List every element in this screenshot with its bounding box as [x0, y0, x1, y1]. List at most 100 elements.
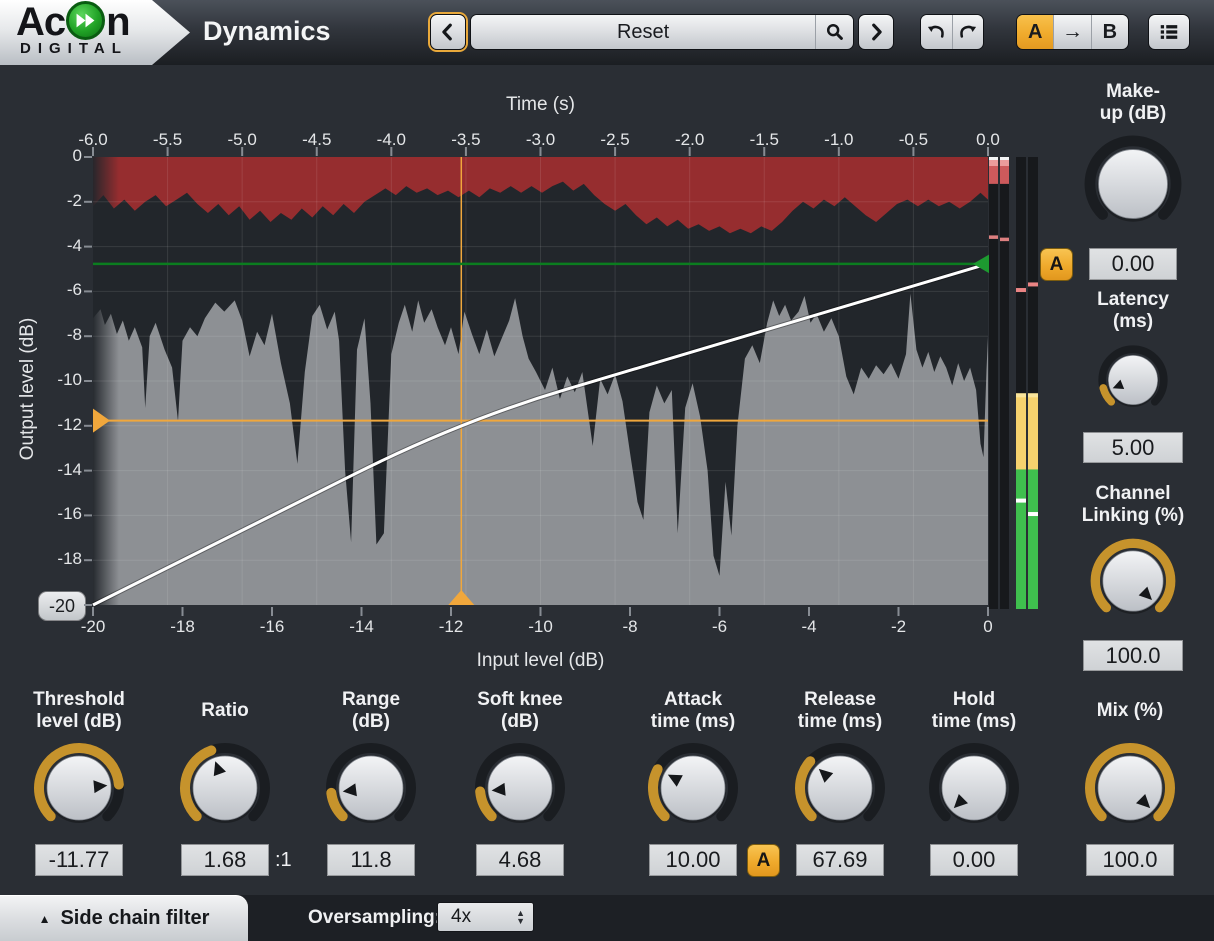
output-axis-title: Output level (dB) — [17, 239, 39, 539]
input-tick-label: -6 — [712, 617, 727, 637]
latency-unit: Latency (ms) 5.00 — [1053, 288, 1213, 463]
attack-value[interactable]: 10.00 — [649, 844, 737, 876]
input-tick-label: -4 — [801, 617, 816, 637]
level-peak-hold — [1016, 288, 1026, 292]
output-tick-label: -18 — [36, 549, 82, 569]
output-axis-badge: -20 — [38, 591, 86, 621]
mix-knob[interactable] — [1078, 736, 1182, 840]
channel-linking-value[interactable]: 100.0 — [1083, 640, 1183, 671]
input-tick-label: -8 — [622, 617, 637, 637]
release-knob[interactable] — [788, 736, 892, 840]
ab-b-button[interactable]: B — [1091, 15, 1128, 49]
menu-button[interactable] — [1148, 14, 1190, 50]
soft-knee-label: Soft knee (dB) — [477, 688, 563, 734]
release-label: Release time (ms) — [798, 688, 882, 734]
oversampling-value: 4x — [451, 906, 516, 928]
output-tick-label: -2 — [36, 191, 82, 211]
redo-button[interactable] — [952, 15, 984, 49]
range-unit: Range (dB) 11.8 — [291, 688, 451, 876]
ratio-suffix: :1 — [275, 849, 292, 872]
preset-name-button[interactable]: Reset — [471, 15, 815, 49]
range-label: Range (dB) — [342, 688, 400, 734]
attack-knob[interactable] — [641, 736, 745, 840]
latency-knob[interactable] — [1093, 340, 1173, 420]
threshold-label: Threshold level (dB) — [33, 688, 125, 734]
channel-linking-unit: Channel Linking (%) 100.0 — [1053, 482, 1213, 671]
hold-unit: Hold time (ms) 0.00 — [894, 688, 1054, 876]
release-value[interactable]: 67.69 — [796, 844, 884, 876]
latency-label: Latency (ms) — [1097, 288, 1169, 334]
makeup-label: Make- up (dB) — [1100, 80, 1166, 126]
output-tick-label: -14 — [36, 460, 82, 480]
mix-label: Mix (%) — [1097, 688, 1164, 734]
oversampling-label: Oversampling: — [308, 895, 441, 941]
plugin-title: Dynamics — [203, 0, 331, 65]
undo-icon — [926, 22, 947, 43]
level-meter-yellow — [1016, 393, 1026, 469]
undo-redo-group — [920, 14, 984, 50]
hold-value[interactable]: 0.00 — [930, 844, 1018, 876]
ratio-value[interactable]: 1.68 — [181, 844, 269, 876]
level-meter-green — [1016, 469, 1026, 609]
input-tick-label: -10 — [528, 617, 553, 637]
hold-knob[interactable] — [922, 736, 1026, 840]
output-tick-label: -6 — [36, 280, 82, 300]
level-meter-yellow — [1028, 393, 1038, 469]
output-tick-label: -10 — [36, 370, 82, 390]
top-bar: Acn DIGITAL Dynamics Reset A → — [0, 0, 1214, 65]
makeup-knob[interactable] — [1077, 128, 1189, 240]
input-tick-label: -2 — [891, 617, 906, 637]
logo-play-icon — [66, 1, 105, 40]
preset-next-button[interactable] — [858, 14, 894, 50]
input-axis-title: Input level (dB) — [93, 650, 988, 672]
output-tick-label: 0 — [36, 146, 82, 166]
input-tick-label: -20 — [81, 617, 106, 637]
ratio-label: Ratio — [201, 688, 249, 734]
side-chain-filter-button[interactable]: ▲ Side chain filter — [0, 895, 248, 941]
makeup-value[interactable]: 0.00 — [1089, 248, 1177, 280]
ratio-unit: Ratio 1.68 :1 — [145, 688, 305, 876]
threshold-value[interactable]: -11.77 — [35, 844, 123, 876]
preset-prev-button[interactable] — [430, 14, 466, 50]
output-tick-label: -8 — [36, 325, 82, 345]
threshold-knob[interactable] — [27, 736, 131, 840]
range-knob[interactable] — [319, 736, 423, 840]
time-axis-title: Time (s) — [93, 94, 988, 116]
output-tick-label: -4 — [36, 236, 82, 256]
ratio-knob[interactable] — [173, 736, 277, 840]
input-tick-label: -18 — [170, 617, 195, 637]
latency-value[interactable]: 5.00 — [1083, 432, 1183, 463]
ab-compare-group: A → B — [1016, 14, 1129, 50]
logo-brand-text: Acn — [16, 0, 130, 44]
search-icon — [824, 21, 846, 43]
logo-sub-text: DIGITAL — [20, 40, 128, 57]
soft-knee-value[interactable]: 4.68 — [476, 844, 564, 876]
dynamics-graph[interactable] — [84, 145, 1045, 620]
undo-button[interactable] — [921, 15, 952, 49]
spinner-arrows-icon: ▲▼ — [516, 909, 525, 925]
mix-value[interactable]: 100.0 — [1086, 844, 1174, 876]
soft-knee-knob[interactable] — [468, 736, 572, 840]
range-value[interactable]: 11.8 — [327, 844, 415, 876]
input-tick-label: -14 — [349, 617, 374, 637]
preset-search-button[interactable] — [815, 15, 853, 49]
input-tick-label: -12 — [439, 617, 464, 637]
output-tick-label: -16 — [36, 504, 82, 524]
makeup-unit: Make- up (dB) A 0.00 — [1053, 80, 1213, 280]
release-automation-button[interactable]: A — [747, 844, 780, 877]
channel-linking-label: Channel Linking (%) — [1082, 482, 1184, 528]
chevron-right-icon — [865, 21, 887, 43]
soft-knee-unit: Soft knee (dB) 4.68 — [440, 688, 600, 876]
output-tick-label: -12 — [36, 415, 82, 435]
oversampling-dropdown[interactable]: 4x ▲▼ — [437, 902, 534, 932]
channel-linking-knob[interactable] — [1084, 532, 1182, 630]
threshold-unit: Threshold level (dB) -11.77 — [0, 688, 159, 876]
ab-copy-button[interactable]: → — [1053, 15, 1090, 49]
ab-a-button[interactable]: A — [1017, 15, 1053, 49]
redo-icon — [957, 22, 978, 43]
attack-label: Attack time (ms) — [651, 688, 735, 734]
makeup-automation-button[interactable]: A — [1040, 248, 1073, 281]
collapse-up-icon: ▲ — [39, 912, 51, 926]
input-tick-label: -16 — [260, 617, 285, 637]
chevron-left-icon — [437, 21, 459, 43]
